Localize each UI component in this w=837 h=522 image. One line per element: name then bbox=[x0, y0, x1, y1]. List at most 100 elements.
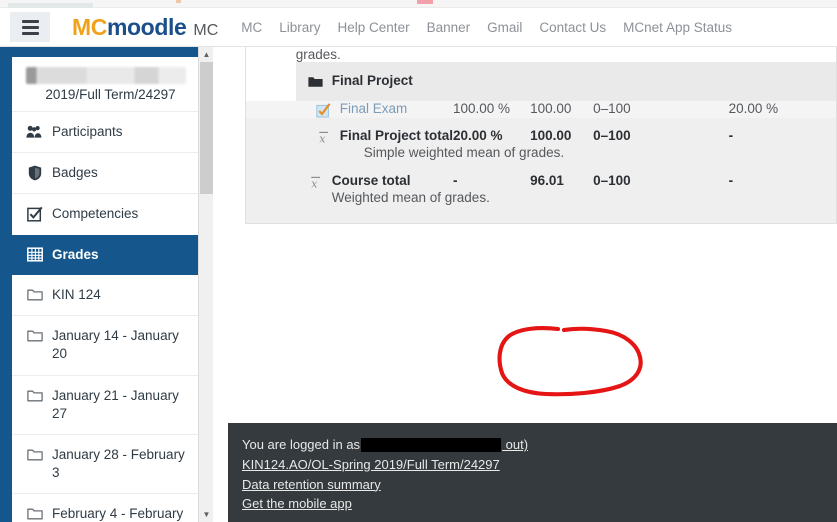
total-range: 0–100 bbox=[593, 173, 631, 189]
logo-moodle-text: moodle bbox=[106, 13, 187, 40]
top-navigation: MC Library Help Center Banner Gmail Cont… bbox=[241, 20, 732, 35]
item-name-link[interactable]: Final Exam bbox=[340, 101, 408, 116]
shield-icon bbox=[26, 164, 43, 181]
sidebar-item-label: KIN 124 bbox=[52, 286, 101, 302]
sidebar-item-label: Badges bbox=[52, 165, 98, 181]
sidebar-item-jan-28-feb-3[interactable]: January 28 - February 3 bbox=[12, 435, 201, 495]
cut-off-description: grades. bbox=[295, 47, 341, 62]
site-header: MCmoodle MC MC Library Help Center Banner… bbox=[0, 8, 837, 47]
mobile-app-line: Get the mobile app bbox=[242, 494, 837, 514]
table-row: x Final Project total Simple weighted me… bbox=[246, 118, 836, 163]
data-retention-link[interactable]: Data retention summary bbox=[242, 477, 381, 492]
sidebar-item-kin-124[interactable]: KIN 124 bbox=[12, 275, 201, 317]
site-logo[interactable]: MCmoodle MC bbox=[72, 14, 218, 41]
table-row: Final Exam 100.00 % 100.00 0–100 20.00 % bbox=[246, 101, 836, 118]
moodle-grades-page: MCmoodle MC MC Library Help Center Banner… bbox=[0, 0, 837, 522]
folder-icon bbox=[26, 446, 43, 463]
folder-icon bbox=[26, 505, 43, 522]
subtotal-name: Final Project total bbox=[339, 128, 453, 143]
hamburger-icon[interactable] bbox=[10, 12, 50, 42]
main-content: grades. Final Project Final Exam 100.00 … bbox=[228, 47, 837, 522]
sidebar-item-jan-14-20[interactable]: January 14 - January 20 bbox=[12, 316, 201, 376]
mean-icon: x bbox=[308, 174, 324, 190]
logged-in-prefix: You are logged in as bbox=[242, 437, 361, 452]
total-grade: 96.01 bbox=[530, 173, 564, 189]
category-contribution bbox=[729, 62, 836, 101]
sidebar-item-label: Participants bbox=[52, 124, 123, 139]
username-redacted bbox=[361, 438, 502, 452]
checkbox-icon bbox=[26, 205, 43, 222]
sidebar-item-label: Competencies bbox=[52, 206, 139, 222]
sidebar-item-label: Grades bbox=[52, 246, 99, 262]
sidebar-item-feb-4-10[interactable]: February 4 - February 10 bbox=[12, 494, 201, 522]
page-footer: You are logged in as out) KIN124.AO/OL-S… bbox=[228, 423, 837, 522]
sidebar-item-label: February 4 - February 10 bbox=[52, 506, 184, 522]
table-row: x Course total Weighted mean of grades. … bbox=[246, 162, 836, 224]
folder-icon bbox=[308, 74, 324, 90]
sidebar-item-course[interactable]: 2019/Full Term/24297 bbox=[12, 57, 201, 112]
sidebar-item-competencies[interactable]: Competencies bbox=[12, 194, 201, 234]
scroll-down-arrow-icon[interactable]: ▼ bbox=[199, 507, 213, 522]
sidebar-item-participants[interactable]: Participants bbox=[12, 112, 201, 154]
mean-icon: x bbox=[316, 129, 332, 145]
browser-artifact-a bbox=[176, 0, 181, 3]
subtotal-range: 0–100 bbox=[593, 128, 631, 143]
total-contribution: - bbox=[728, 173, 734, 189]
sidebar-item-grades[interactable]: Grades bbox=[12, 234, 201, 275]
category-grade bbox=[530, 62, 593, 101]
sidebar-scrollbar[interactable]: ▲ ▼ bbox=[198, 47, 213, 522]
nav-link-mcnet-app-status[interactable]: MCnet App Status bbox=[623, 20, 732, 35]
browser-chrome-sliver bbox=[0, 0, 837, 8]
sidebar-item-label: January 14 - January 20 bbox=[52, 328, 179, 362]
mobile-app-link[interactable]: Get the mobile app bbox=[242, 496, 352, 511]
table-row-cut-off: grades. bbox=[246, 47, 836, 62]
scrollbar-thumb[interactable] bbox=[200, 62, 213, 194]
nav-link-library[interactable]: Library bbox=[279, 20, 320, 35]
course-link[interactable]: KIN124.AO/OL-Spring 2019/Full Term/24297 bbox=[242, 457, 500, 472]
sidebar-item-badges[interactable]: Badges bbox=[12, 153, 201, 195]
folder-icon bbox=[26, 286, 43, 303]
row-indent-spacer bbox=[246, 162, 296, 224]
total-description: Weighted mean of grades. bbox=[331, 190, 490, 206]
table-row: Final Project bbox=[246, 62, 836, 101]
item-range: 0–100 bbox=[593, 101, 631, 116]
nav-link-banner[interactable]: Banner bbox=[427, 20, 471, 35]
grade-report-card: grades. Final Project Final Exam 100.00 … bbox=[245, 47, 837, 225]
logged-in-line: You are logged in as out) bbox=[242, 435, 837, 455]
sidebar-item-jan-21-27[interactable]: January 21 - January 27 bbox=[12, 376, 201, 435]
folder-icon bbox=[26, 327, 43, 344]
svg-text:x: x bbox=[311, 177, 318, 190]
sidebar-card-course-nav: 2019/Full Term/24297 Participants Badges… bbox=[12, 57, 201, 235]
total-name-cell: x Course total Weighted mean of grades. bbox=[296, 162, 490, 223]
category-range bbox=[593, 62, 729, 101]
svg-text:x: x bbox=[319, 132, 326, 145]
people-icon bbox=[26, 123, 43, 140]
row-indent-spacer bbox=[246, 47, 296, 62]
sidebar-nav-list: 2019/Full Term/24297 Participants Badges… bbox=[12, 57, 201, 522]
nav-link-contact-us[interactable]: Contact Us bbox=[539, 20, 606, 35]
grid-icon bbox=[26, 246, 43, 263]
subtotal-description: Simple weighted mean of grades. bbox=[363, 145, 565, 160]
browser-artifact-b bbox=[417, 0, 433, 4]
sidebar-card-sections: KIN 124 January 14 - January 20 January … bbox=[12, 274, 201, 522]
item-contribution: 20.00 % bbox=[728, 101, 779, 116]
quiz-check-icon bbox=[316, 102, 332, 118]
sidebar-item-label: January 21 - January 27 bbox=[52, 387, 179, 421]
category-name[interactable]: Final Project bbox=[332, 73, 413, 88]
logo-subtitle: MC bbox=[193, 21, 219, 39]
subtotal-name-cell: x Final Project total Simple weighted me… bbox=[296, 118, 565, 162]
course-link-line: KIN124.AO/OL-Spring 2019/Full Term/24297 bbox=[242, 455, 837, 475]
scroll-up-arrow-icon[interactable]: ▲ bbox=[199, 47, 213, 62]
sidebar-item-label: January 28 - February 3 bbox=[52, 446, 185, 481]
logout-link[interactable]: out) bbox=[502, 437, 528, 452]
nav-link-gmail[interactable]: Gmail bbox=[487, 20, 522, 35]
subtotal-contribution: - bbox=[728, 128, 734, 143]
course-name-redacted bbox=[26, 67, 186, 84]
item-weight: 100.00 % bbox=[453, 101, 511, 116]
row-indent-spacer bbox=[246, 118, 296, 163]
row-indent-spacer bbox=[246, 62, 296, 101]
row-indent-spacer bbox=[246, 101, 296, 118]
logo-mc-text: MC bbox=[72, 13, 107, 40]
nav-link-help-center[interactable]: Help Center bbox=[338, 20, 410, 35]
nav-link-mc[interactable]: MC bbox=[241, 20, 262, 35]
